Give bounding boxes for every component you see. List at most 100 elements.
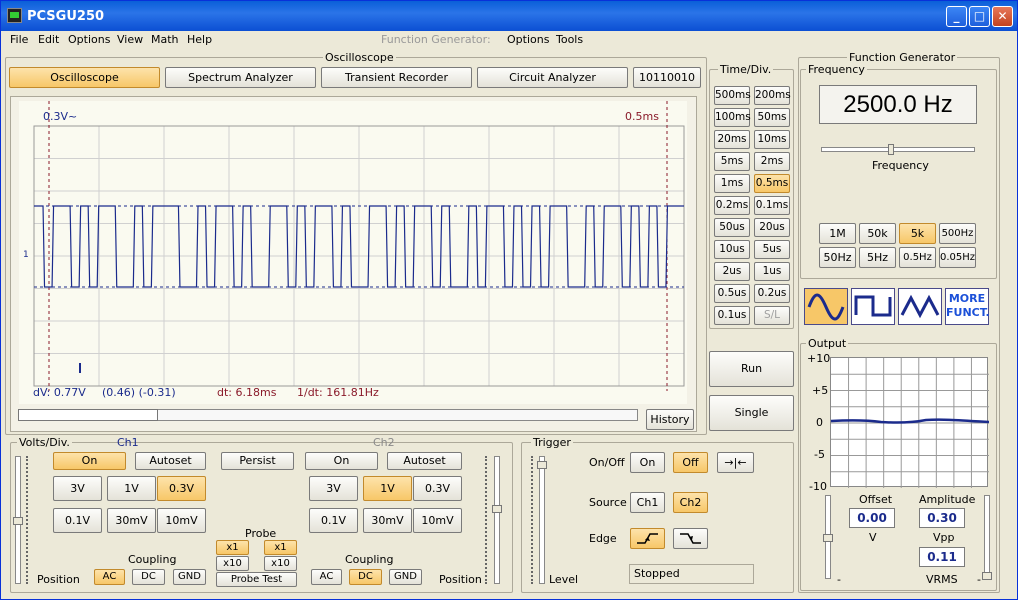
frequency-display[interactable]: 2500.0 Hz <box>819 85 977 124</box>
title-bar[interactable]: PCSGU250 _ □ ✕ <box>1 1 1017 31</box>
history-button[interactable]: History <box>646 409 694 430</box>
freq-range-50hz[interactable]: 50Hz <box>819 247 856 268</box>
menu-math[interactable]: Math <box>151 33 179 46</box>
maximize-button[interactable]: □ <box>969 6 990 27</box>
persist-button[interactable]: Persist <box>221 452 294 470</box>
triangle-wave-button[interactable] <box>898 288 942 325</box>
timediv-button-5ms[interactable]: 5ms <box>714 152 750 171</box>
ch2-range-30mv[interactable]: 30mV <box>363 508 412 533</box>
ch1-range-30mv[interactable]: 30mV <box>107 508 156 533</box>
timediv-button-500ms[interactable]: 500ms <box>714 86 751 105</box>
freq-range-0-05hz[interactable]: 0.05Hz <box>939 247 976 268</box>
square-wave-button[interactable] <box>851 288 895 325</box>
ch2-coupling-dc[interactable]: DC <box>349 569 382 585</box>
ch2-probe-x1[interactable]: x1 <box>264 540 297 555</box>
ch2-range-3v[interactable]: 3V <box>309 476 358 501</box>
minimize-button[interactable]: _ <box>946 6 967 27</box>
menu-edit[interactable]: Edit <box>38 33 59 46</box>
ch1-coupling-gnd[interactable]: GND <box>173 569 206 585</box>
offset-slider[interactable] <box>823 495 833 579</box>
freq-range-5k[interactable]: 5k <box>899 223 936 244</box>
ch2-on-button[interactable]: On <box>305 452 378 470</box>
trigger-source-ch1[interactable]: Ch1 <box>630 492 665 513</box>
trigger-off-button[interactable]: Off <box>673 452 708 473</box>
ch2-coupling-gnd[interactable]: GND <box>389 569 422 585</box>
probe-test-button[interactable]: Probe Test <box>216 572 297 587</box>
freq-range-0-5hz[interactable]: 0.5Hz <box>899 247 936 268</box>
tab-oscilloscope[interactable]: Oscilloscope <box>9 67 160 88</box>
timediv-button-50ms[interactable]: 50ms <box>754 108 790 127</box>
menu-view[interactable]: View <box>117 33 143 46</box>
freq-range-500hz[interactable]: 500Hz <box>939 223 976 244</box>
offset-slider-thumb[interactable] <box>823 534 833 542</box>
ch1-on-button[interactable]: On <box>53 452 126 470</box>
timediv-button-0-1us[interactable]: 0.1us <box>714 306 750 325</box>
ch2-probe-x10[interactable]: x10 <box>264 556 297 571</box>
scope-screen[interactable]: 0.3V~ 0.5ms 1 dV: 0.77V (0.46) (-0.31) d… <box>19 101 687 404</box>
ch1-position-slider[interactable] <box>13 456 23 584</box>
frequency-slider[interactable] <box>821 144 975 155</box>
scope-scroll-thumb[interactable] <box>18 409 158 421</box>
ch1-range-10mv[interactable]: 10mV <box>157 508 206 533</box>
close-button[interactable]: ✕ <box>992 6 1013 27</box>
menu-fg-tools[interactable]: Tools <box>556 33 583 46</box>
ch1-range-0-3v[interactable]: 0.3V <box>157 476 206 501</box>
trigger-edge-falling[interactable] <box>673 528 708 549</box>
ch1-range-3v[interactable]: 3V <box>53 476 102 501</box>
amplitude-slider-thumb[interactable] <box>982 572 992 580</box>
timediv-button-1ms[interactable]: 1ms <box>714 174 750 193</box>
timediv-button-0-5us[interactable]: 0.5us <box>714 284 750 303</box>
timediv-button-20ms[interactable]: 20ms <box>714 130 750 149</box>
trigger-center-button[interactable]: →|← <box>717 452 754 473</box>
tab-transient-recorder[interactable]: Transient Recorder <box>321 67 472 88</box>
menu-options[interactable]: Options <box>68 33 110 46</box>
timediv-button-2us[interactable]: 2us <box>714 262 750 281</box>
frequency-slider-thumb[interactable] <box>888 144 894 155</box>
timediv-button-100ms[interactable]: 100ms <box>714 108 751 127</box>
amplitude-slider[interactable] <box>982 495 992 580</box>
trigger-level-thumb[interactable] <box>537 461 547 469</box>
timediv-button-50us[interactable]: 50us <box>714 218 750 237</box>
timediv-button-2ms[interactable]: 2ms <box>754 152 790 171</box>
ch2-range-0-3v[interactable]: 0.3V <box>413 476 462 501</box>
ch1-range-0-1v[interactable]: 0.1V <box>53 508 102 533</box>
ch1-autoset-button[interactable]: Autoset <box>135 452 206 470</box>
freq-range-5hz[interactable]: 5Hz <box>859 247 896 268</box>
timediv-button-0-5ms[interactable]: 0.5ms <box>754 174 790 193</box>
freq-range-1m[interactable]: 1M <box>819 223 856 244</box>
sine-wave-button[interactable] <box>804 288 848 325</box>
ch1-probe-x10[interactable]: x10 <box>216 556 249 571</box>
timediv-button-0-1ms[interactable]: 0.1ms <box>754 196 790 215</box>
run-button[interactable]: Run <box>709 351 794 387</box>
ch1-coupling-dc[interactable]: DC <box>132 569 165 585</box>
ch2-position-thumb[interactable] <box>492 505 502 513</box>
scope-scrollbar[interactable] <box>18 409 638 421</box>
amplitude-value[interactable]: 0.30 <box>919 508 965 528</box>
timediv-button-10us[interactable]: 10us <box>714 240 750 259</box>
trigger-edge-rising[interactable] <box>630 528 665 549</box>
trigger-level-slider[interactable] <box>537 456 547 584</box>
timediv-button-1us[interactable]: 1us <box>754 262 790 281</box>
ch2-range-0-1v[interactable]: 0.1V <box>309 508 358 533</box>
trigger-on-button[interactable]: On <box>630 452 665 473</box>
ch1-probe-x1[interactable]: x1 <box>216 540 249 555</box>
tab-logic-analyzer[interactable]: 10110010 <box>633 67 701 88</box>
timediv-button-200ms[interactable]: 200ms <box>754 86 791 105</box>
more-functions-button[interactable]: MORE FUNCT. <box>945 288 990 325</box>
trigger-source-ch2[interactable]: Ch2 <box>673 492 708 513</box>
menu-fg-options[interactable]: Options <box>507 33 549 46</box>
offset-value[interactable]: 0.00 <box>849 508 895 528</box>
ch2-coupling-ac[interactable]: AC <box>311 569 342 585</box>
timediv-button-s-l[interactable]: S/L <box>754 306 790 325</box>
ch1-position-thumb[interactable] <box>13 517 23 525</box>
ch2-range-1v[interactable]: 1V <box>363 476 412 501</box>
timediv-button-10ms[interactable]: 10ms <box>754 130 790 149</box>
timediv-button-5us[interactable]: 5us <box>754 240 790 259</box>
ch2-range-10mv[interactable]: 10mV <box>413 508 462 533</box>
ch1-coupling-ac[interactable]: AC <box>94 569 125 585</box>
menu-file[interactable]: File <box>10 33 28 46</box>
ch2-position-slider[interactable] <box>492 456 502 584</box>
menu-help[interactable]: Help <box>187 33 212 46</box>
single-button[interactable]: Single <box>709 395 794 431</box>
ch1-range-1v[interactable]: 1V <box>107 476 156 501</box>
